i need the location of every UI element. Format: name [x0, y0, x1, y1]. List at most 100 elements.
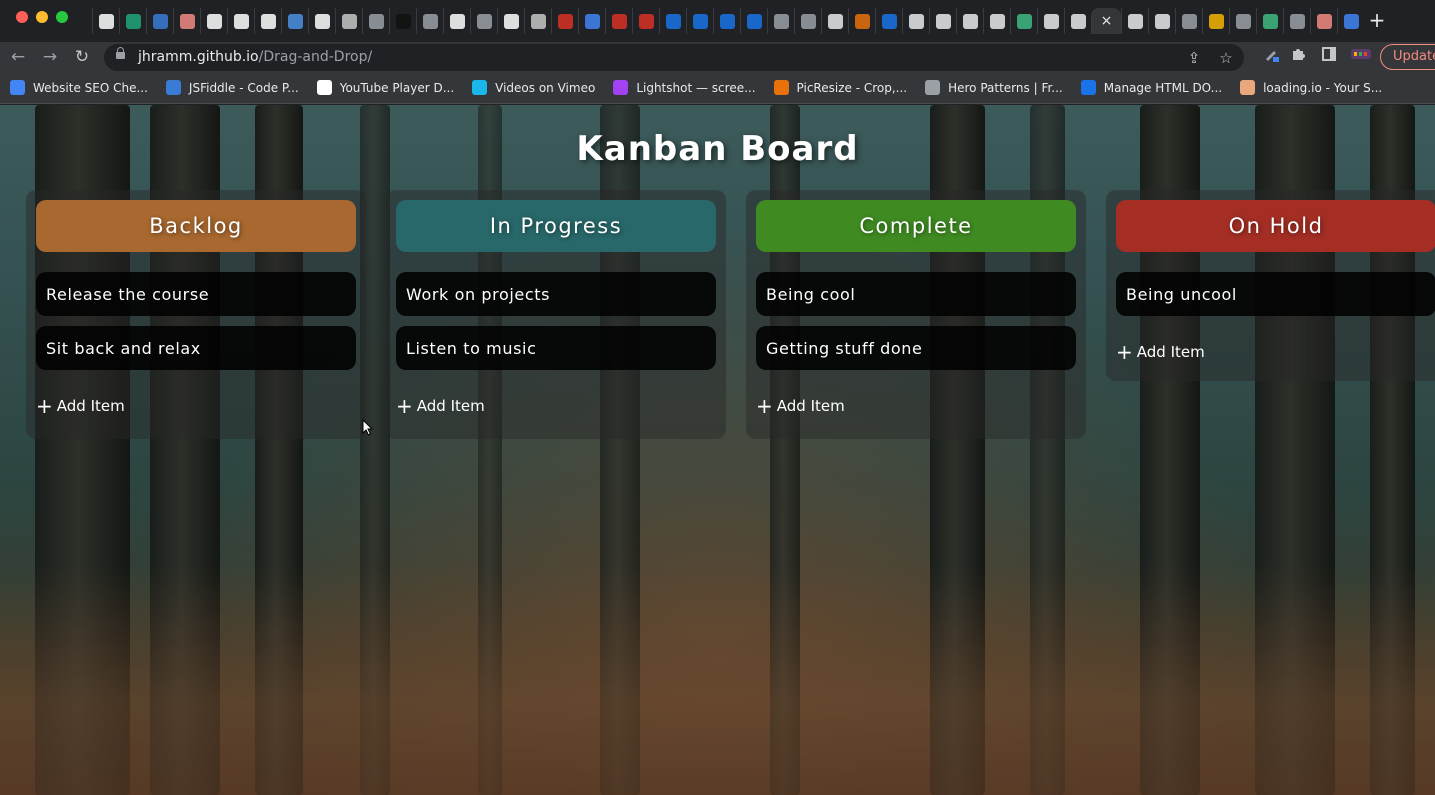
add-item-button[interactable]: + Add Item	[1116, 341, 1205, 363]
tab[interactable]	[524, 8, 551, 34]
tab[interactable]	[227, 8, 254, 34]
globe-icon	[422, 13, 438, 29]
tab[interactable]	[362, 8, 389, 34]
tab[interactable]	[497, 8, 524, 34]
new-tab-button[interactable]: +	[1366, 8, 1388, 32]
loading-icon	[1240, 80, 1256, 95]
puzzle-extensions-icon[interactable]	[1287, 46, 1309, 68]
tab[interactable]	[200, 8, 227, 34]
back-button[interactable]: ←	[6, 45, 30, 69]
tab[interactable]	[740, 8, 767, 34]
tab[interactable]	[821, 8, 848, 34]
bookmark-item[interactable]: JSFiddle - Code P...	[165, 80, 299, 95]
bookmark-item[interactable]: YouTube Player D...	[316, 80, 454, 95]
tab[interactable]	[956, 8, 983, 34]
close-window-button[interactable]	[16, 11, 28, 23]
tab[interactable]	[1037, 8, 1064, 34]
github-icon	[1127, 13, 1143, 29]
tab[interactable]	[470, 8, 497, 34]
bookmark-item[interactable]: PicResize - Crop,...	[773, 80, 907, 95]
tab[interactable]	[1175, 8, 1202, 34]
add-item-button[interactable]: + Add Item	[396, 395, 485, 417]
github-icon	[1043, 13, 1059, 29]
add-item-button[interactable]: + Add Item	[756, 395, 845, 417]
tab[interactable]	[767, 8, 794, 34]
page-title: Kanban Board	[576, 129, 859, 169]
tab[interactable]	[1256, 8, 1283, 34]
tab[interactable]	[146, 8, 173, 34]
tab[interactable]	[335, 8, 362, 34]
tab[interactable]	[929, 8, 956, 34]
tab[interactable]	[1337, 8, 1364, 34]
google-icon	[449, 13, 465, 29]
bookmark-item[interactable]: Videos on Vimeo	[472, 80, 595, 95]
tab[interactable]	[281, 8, 308, 34]
column-header: On Hold	[1116, 200, 1435, 252]
tab[interactable]	[1202, 8, 1229, 34]
kanban-card[interactable]: Release the course	[36, 272, 356, 316]
tab[interactable]	[173, 8, 200, 34]
forest-floor	[0, 565, 1435, 795]
tab[interactable]	[551, 8, 578, 34]
card-text: Work on projects	[406, 284, 551, 304]
tab[interactable]	[1229, 8, 1256, 34]
github-icon	[935, 13, 951, 29]
kanban-card[interactable]: Being cool	[756, 272, 1076, 316]
bookmark-item[interactable]: Lightshot — scree...	[613, 80, 756, 95]
kanban-card[interactable]: Getting stuff done	[756, 326, 1076, 370]
tab[interactable]	[1010, 8, 1037, 34]
column-on-hold: On Hold Being uncool + Add Item	[1106, 190, 1435, 381]
bookmark-item[interactable]: Hero Patterns | Fr...	[925, 80, 1063, 95]
update-button[interactable]: Update	[1380, 44, 1435, 70]
tab[interactable]	[119, 8, 146, 34]
flag-icon	[1343, 13, 1359, 29]
address-bar[interactable]: jhramm.github.io/Drag-and-Drop/ ⇪ ☆	[104, 44, 1244, 71]
tab[interactable]	[659, 8, 686, 34]
bookmark-item[interactable]: loading.io - Your S...	[1240, 80, 1382, 95]
minimize-window-button[interactable]	[36, 11, 48, 23]
tab[interactable]	[1283, 8, 1310, 34]
tab[interactable]	[686, 8, 713, 34]
share-icon[interactable]: ⇪	[1184, 48, 1204, 68]
reload-button[interactable]: ↻	[70, 45, 94, 69]
tab[interactable]	[632, 8, 659, 34]
active-tab-close-button[interactable]: ×	[1091, 8, 1121, 34]
tab[interactable]	[848, 8, 875, 34]
tab[interactable]	[1310, 8, 1337, 34]
d-icon	[125, 13, 141, 29]
extension-pencil-icon[interactable]	[1260, 46, 1282, 68]
tab[interactable]	[1064, 8, 1091, 34]
bookmark-star-icon[interactable]: ☆	[1216, 48, 1236, 68]
tab[interactable]	[983, 8, 1010, 34]
tab[interactable]	[1121, 8, 1148, 34]
lock-icon	[116, 47, 125, 59]
tab[interactable]	[713, 8, 740, 34]
bookmark-item[interactable]: Website SEO Che...	[10, 80, 148, 95]
tab[interactable]	[794, 8, 821, 34]
github-icon	[962, 13, 978, 29]
kanban-card[interactable]: Listen to music	[396, 326, 716, 370]
tab[interactable]	[902, 8, 929, 34]
tab[interactable]	[875, 8, 902, 34]
kanban-card[interactable]: Being uncool	[1116, 272, 1435, 316]
tab[interactable]	[389, 8, 416, 34]
tab[interactable]	[308, 8, 335, 34]
tab[interactable]	[443, 8, 470, 34]
tab[interactable]	[605, 8, 632, 34]
vue-icon	[1262, 13, 1278, 29]
forward-button[interactable]: →	[38, 45, 62, 69]
github-icon	[1154, 13, 1170, 29]
kanban-card[interactable]: Sit back and relax	[36, 326, 356, 370]
plus-icon: +	[1116, 340, 1133, 364]
tab[interactable]	[92, 8, 119, 34]
side-panel-icon[interactable]	[1318, 46, 1340, 68]
tab[interactable]	[254, 8, 281, 34]
add-item-button[interactable]: + Add Item	[36, 395, 125, 417]
bookmark-item[interactable]: Manage HTML DO...	[1080, 80, 1222, 95]
kanban-card[interactable]: Work on projects	[396, 272, 716, 316]
tab[interactable]	[1148, 8, 1175, 34]
profile-avatar-icon[interactable]	[1350, 46, 1372, 68]
tab[interactable]	[416, 8, 443, 34]
zoom-window-button[interactable]	[56, 11, 68, 23]
tab[interactable]	[578, 8, 605, 34]
